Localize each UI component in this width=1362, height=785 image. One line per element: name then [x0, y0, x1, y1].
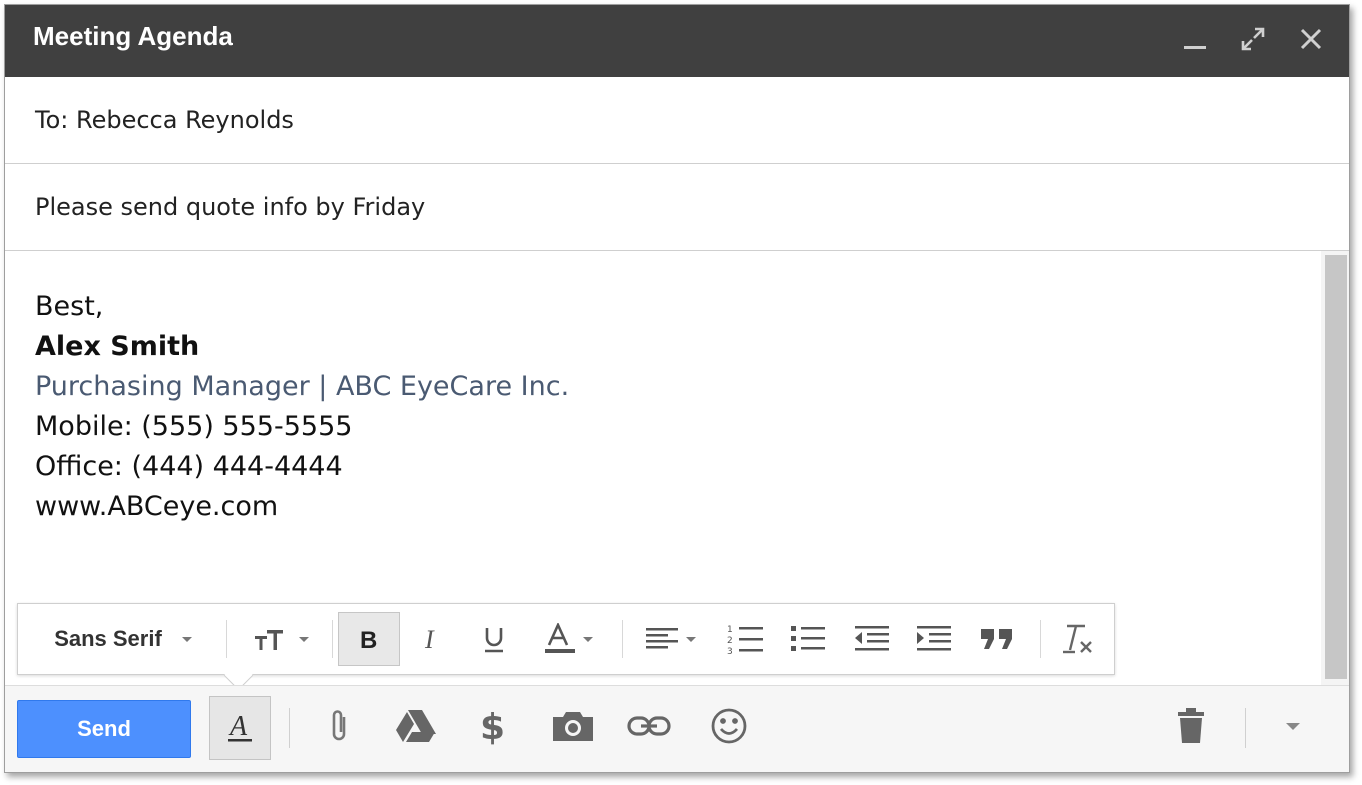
- emoji-icon[interactable]: [707, 704, 751, 748]
- align-icon[interactable]: [630, 604, 710, 674]
- font-select-value: Sans Serif: [54, 626, 162, 651]
- compose-window: Meeting Agenda To: Rebecca Reynolds Plea…: [4, 4, 1350, 773]
- chevron-down-icon: [181, 636, 192, 642]
- text-color-icon[interactable]: [530, 604, 606, 674]
- svg-text:3: 3: [727, 647, 733, 655]
- formatting-icon[interactable]: A: [209, 696, 271, 760]
- signature-office: Office: (444) 444-4444: [35, 451, 343, 482]
- expand-icon[interactable]: [1237, 23, 1269, 55]
- drive-icon[interactable]: [393, 704, 437, 748]
- bold-icon[interactable]: B: [338, 612, 400, 666]
- camera-icon[interactable]: [551, 704, 595, 748]
- trash-icon[interactable]: [1169, 704, 1213, 748]
- compose-action-bar: Send A $: [5, 685, 1349, 772]
- text-size-icon[interactable]: [236, 604, 326, 674]
- scrollbar-thumb[interactable]: [1325, 255, 1347, 679]
- chevron-down-icon: [583, 636, 593, 642]
- minimize-icon[interactable]: [1179, 23, 1211, 55]
- more-options-icon[interactable]: [1271, 704, 1315, 748]
- svg-text:$: $: [480, 707, 505, 745]
- closing-text: Best,: [35, 291, 104, 322]
- send-button[interactable]: Send: [17, 700, 191, 758]
- signature-mobile: Mobile: (555) 555-5555: [35, 411, 353, 442]
- to-field[interactable]: To: Rebecca Reynolds: [5, 77, 1349, 164]
- remove-formatting-icon[interactable]: [1050, 604, 1106, 674]
- svg-text:2: 2: [727, 636, 733, 646]
- svg-text:A: A: [228, 711, 248, 742]
- signature: Best, Alex Smith Purchasing Manager | AB…: [35, 287, 569, 527]
- quote-icon[interactable]: [970, 604, 1026, 674]
- to-field-value: To: Rebecca Reynolds: [35, 106, 294, 134]
- signature-name: Alex Smith: [35, 331, 200, 362]
- subject-field-value: Please send quote info by Friday: [35, 193, 426, 221]
- signature-website: www.ABCeye.com: [35, 491, 279, 522]
- title-bar[interactable]: Meeting Agenda: [5, 5, 1349, 77]
- indent-more-icon[interactable]: [906, 604, 962, 674]
- italic-icon[interactable]: I: [404, 604, 460, 674]
- svg-text:I: I: [424, 626, 435, 652]
- formatting-toolbar: Sans Serif B I 1 2 3: [17, 603, 1115, 691]
- bulleted-list-icon[interactable]: [780, 604, 836, 674]
- underline-icon[interactable]: [466, 604, 522, 674]
- attach-icon[interactable]: [317, 704, 361, 748]
- svg-text:1: 1: [727, 625, 733, 635]
- link-icon[interactable]: [627, 704, 671, 748]
- chevron-down-icon: [299, 636, 309, 642]
- subject-field[interactable]: Please send quote info by Friday: [5, 164, 1349, 251]
- scrollbar[interactable]: [1321, 251, 1349, 685]
- svg-text:B: B: [360, 627, 377, 652]
- indent-less-icon[interactable]: [844, 604, 900, 674]
- chevron-down-icon: [686, 636, 696, 642]
- numbered-list-icon[interactable]: 1 2 3: [718, 604, 774, 674]
- font-select[interactable]: Sans Serif: [28, 604, 218, 674]
- close-icon[interactable]: [1295, 23, 1327, 55]
- dollar-icon[interactable]: $: [471, 704, 515, 748]
- signature-role: Purchasing Manager | ABC EyeCare Inc.: [35, 371, 570, 402]
- window-title: Meeting Agenda: [33, 21, 233, 51]
